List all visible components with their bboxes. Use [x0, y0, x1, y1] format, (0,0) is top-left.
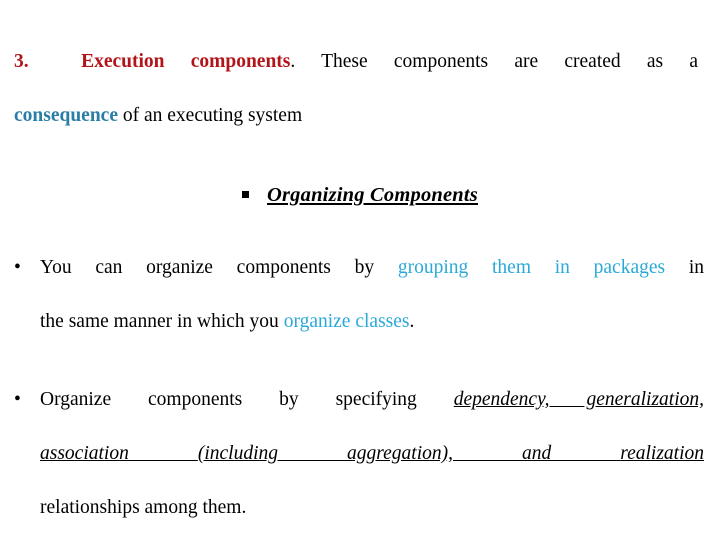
- square-bullet-icon: [242, 191, 249, 198]
- bullet-item-relationships: • Organize components by specifying depe…: [14, 386, 704, 521]
- bullet-packages-line-2-a: the same manner in which you: [40, 311, 284, 332]
- relationship-term-realization: realization: [620, 443, 705, 464]
- numbered-paragraph-line-1-rest: . These components are created as a: [290, 51, 698, 72]
- round-bullet-icon: •: [14, 257, 21, 278]
- list-marker-number: 3.: [14, 51, 29, 72]
- execution-components-title: Execution components: [81, 51, 291, 72]
- slide-canvas: 3. Execution components. These component…: [0, 0, 720, 540]
- bullet-packages-line-1-b: in: [665, 257, 705, 278]
- relationship-term-association: association: [40, 443, 198, 464]
- numbered-paragraph-line-1: 3. Execution components. These component…: [14, 48, 698, 102]
- numbered-paragraph-line-2: consequence of an executing system: [14, 102, 698, 129]
- bullet-relationships-line-2: association (including aggregation), and…: [40, 440, 704, 494]
- bullet-packages-line-1-a: You can organize components by: [40, 257, 398, 278]
- relationship-term-and: and: [521, 443, 621, 464]
- relationship-term-aggregation: aggregation),: [347, 443, 522, 464]
- bullet-item-relationships-body: Organize components by specifying depend…: [40, 386, 704, 521]
- bullet-packages-line-1: You can organize components by grouping …: [40, 254, 704, 308]
- bullet-item-packages-body: You can organize components by grouping …: [40, 254, 704, 335]
- bullet-item-packages: • You can organize components by groupin…: [14, 254, 704, 335]
- round-bullet-icon: •: [14, 389, 21, 410]
- bullet-packages-line-2-b: .: [409, 311, 415, 332]
- bullet-relationships-line-1: Organize components by specifying depend…: [40, 386, 704, 440]
- grouping-in-packages-keyword: grouping them in packages: [397, 257, 666, 278]
- bullet-relationships-line-1-plain: Organize components by specifying: [40, 389, 454, 410]
- bullet-packages-line-2: the same manner in which you organize cl…: [40, 308, 704, 335]
- relationship-term-including: (including: [197, 443, 347, 464]
- numbered-paragraph-execution-components: 3. Execution components. These component…: [14, 48, 698, 129]
- consequence-keyword: consequence: [14, 105, 118, 126]
- bullet-relationships-line-3: relationships among them.: [40, 497, 247, 518]
- subheading-organizing-components: Organizing Components: [0, 182, 720, 209]
- subheading-label: Organizing Components: [267, 184, 478, 206]
- relationship-terms-part-1: dependency, generalization,: [453, 389, 704, 410]
- numbered-paragraph-line-2-rest: of an executing system: [118, 105, 303, 126]
- organize-classes-keyword: organize classes: [283, 311, 410, 332]
